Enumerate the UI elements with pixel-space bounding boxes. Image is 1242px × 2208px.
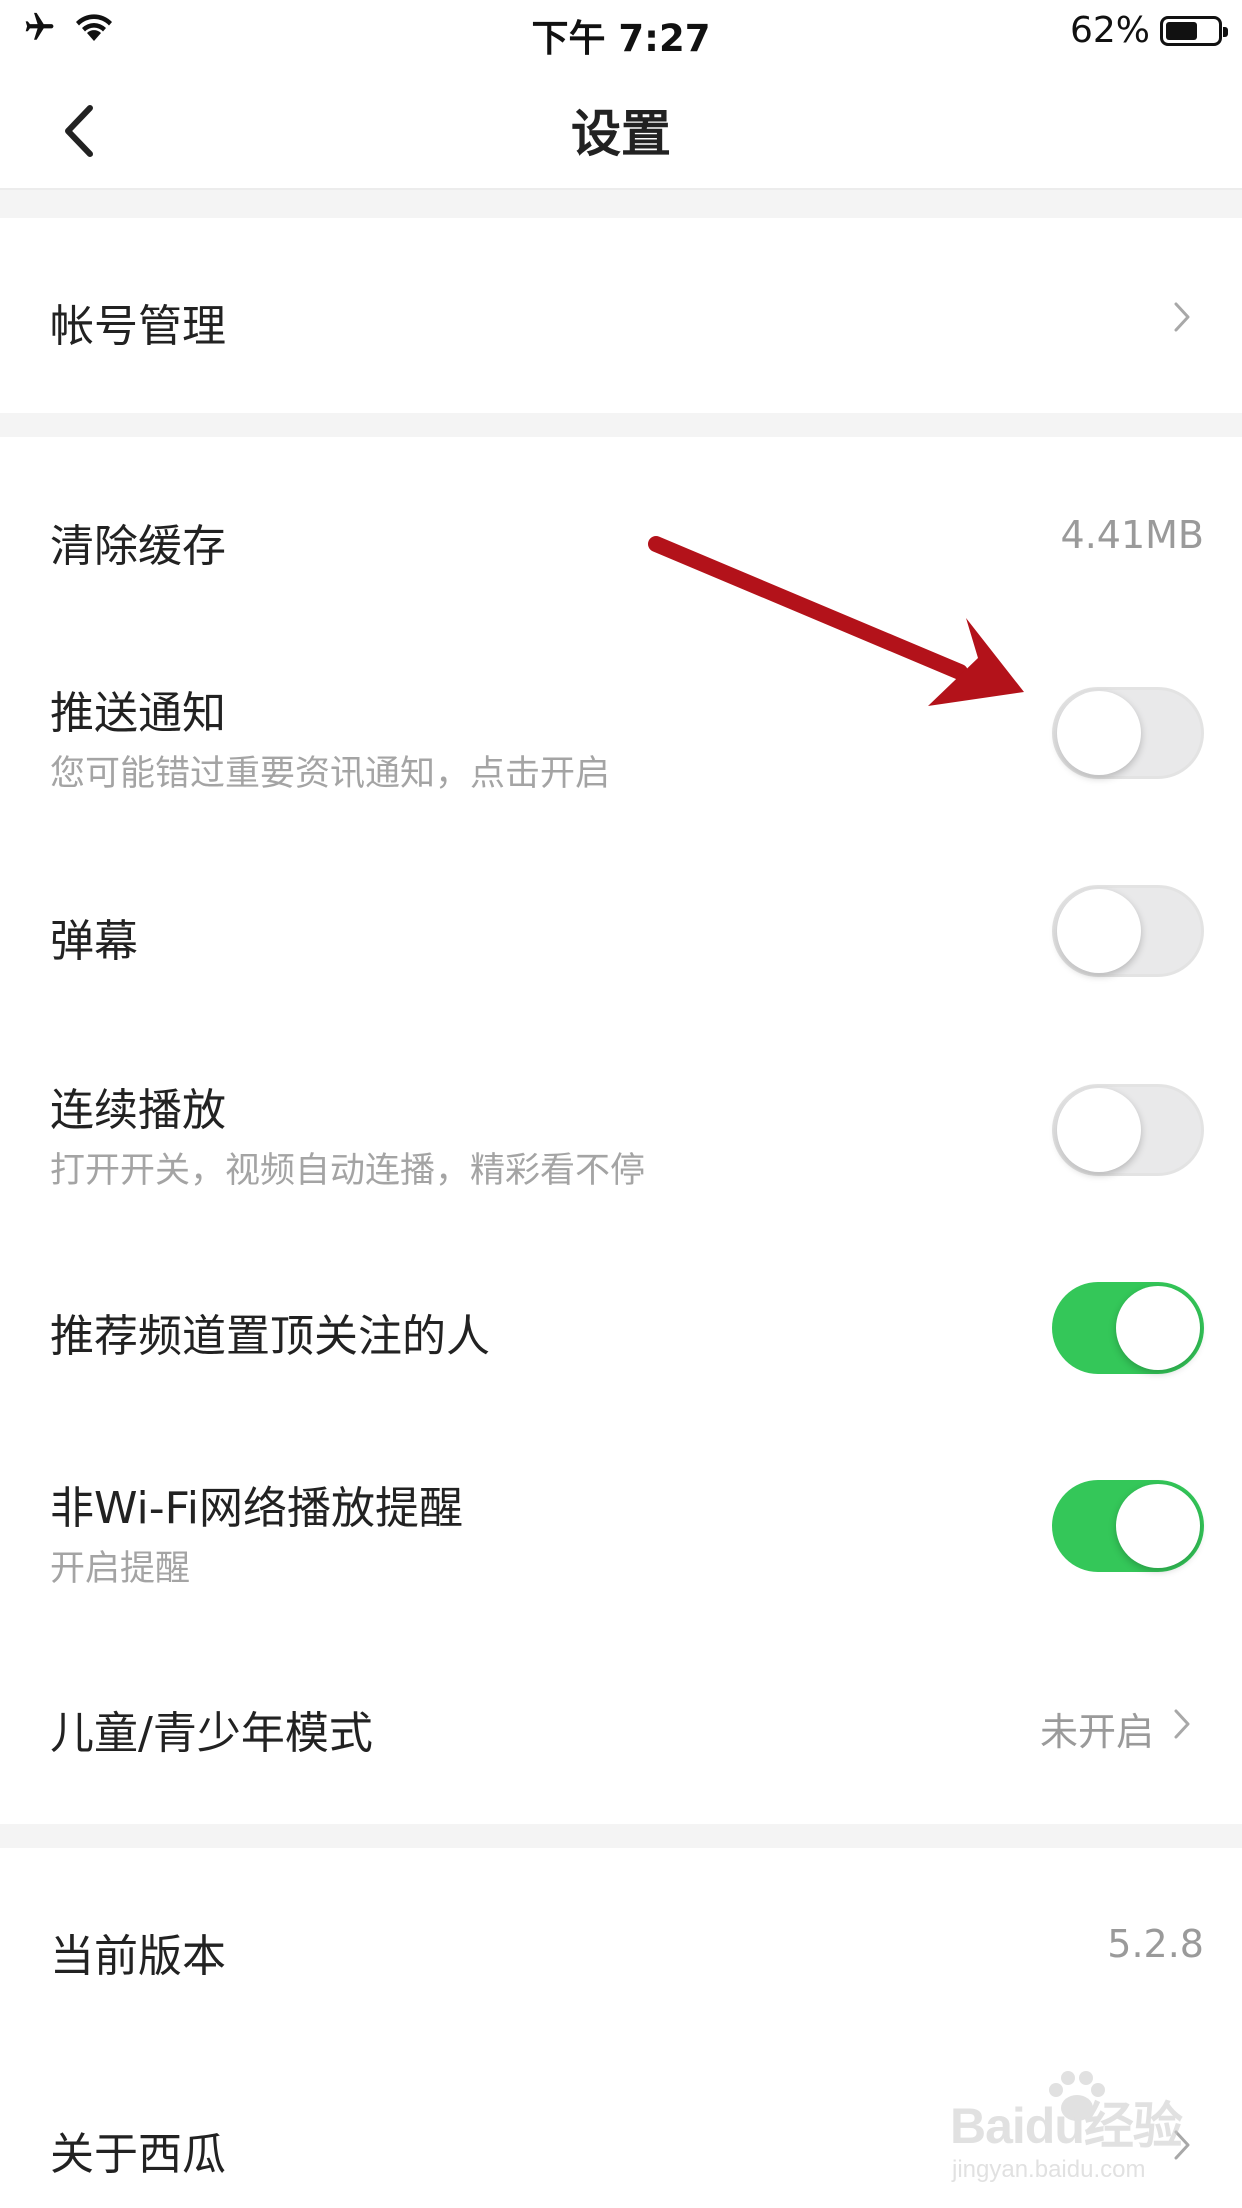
teen-mode-status: 未开启 bbox=[1039, 1710, 1154, 1754]
row-subtitle: 开启提醒 bbox=[50, 1549, 191, 1589]
toggle-knob bbox=[1116, 1286, 1200, 1370]
status-right: 62% bbox=[1069, 10, 1228, 51]
row-account-management[interactable]: 帐号管理 bbox=[0, 218, 1242, 413]
section-divider bbox=[0, 413, 1242, 437]
chevron-right-icon bbox=[1174, 1709, 1190, 1739]
row-current-version: 当前版本 5.2.8 bbox=[0, 1848, 1242, 2048]
annotation-arrow-icon bbox=[648, 536, 1024, 706]
row-title: 儿童/青少年模式 bbox=[50, 1708, 373, 1759]
row-subtitle: 您可能错过重要资讯通知，点击开启 bbox=[50, 754, 611, 794]
page-title: 设置 bbox=[571, 105, 671, 163]
row-autoplay: 连续播放 打开开关，视频自动连播，精彩看不停 bbox=[0, 1032, 1242, 1232]
battery-level bbox=[1166, 21, 1197, 40]
row-title: 推送通知 bbox=[50, 688, 226, 739]
battery-icon bbox=[1160, 15, 1228, 46]
row-danmaku: 弹幕 bbox=[0, 837, 1242, 1032]
status-bar: 下午 7:27 62% bbox=[0, 0, 1242, 62]
section-divider bbox=[0, 190, 1242, 218]
version-value: 5.2.8 bbox=[1107, 1922, 1204, 1966]
danmaku-toggle[interactable] bbox=[1052, 885, 1204, 977]
non-wifi-toggle[interactable] bbox=[1052, 1480, 1204, 1572]
pin-followed-toggle[interactable] bbox=[1052, 1282, 1204, 1374]
row-teen-mode[interactable]: 儿童/青少年模式 未开启 bbox=[0, 1627, 1242, 1824]
row-title: 非Wi-Fi网络播放提醒 bbox=[50, 1483, 463, 1534]
row-title: 当前版本 bbox=[50, 1931, 226, 1982]
watermark-logo: Baidu经验 jingyan.baidu.com bbox=[950, 2068, 1210, 2198]
cache-size-value: 4.41MB bbox=[1060, 513, 1204, 557]
toggle-knob bbox=[1057, 889, 1141, 973]
row-clear-cache[interactable]: 清除缓存 4.41MB bbox=[0, 437, 1242, 637]
row-pin-followed: 推荐频道置顶关注的人 bbox=[0, 1232, 1242, 1427]
nav-bar: 设置 bbox=[0, 62, 1242, 190]
toggle-knob bbox=[1116, 1484, 1200, 1568]
row-title: 连续播放 bbox=[50, 1085, 226, 1136]
row-non-wifi-reminder: 非Wi-Fi网络播放提醒 开启提醒 bbox=[0, 1427, 1242, 1627]
row-title: 清除缓存 bbox=[50, 521, 226, 572]
battery-percent: 62% bbox=[1069, 10, 1150, 51]
watermark-brand: Baidu经验 bbox=[950, 2098, 1183, 2154]
toggle-knob bbox=[1057, 691, 1141, 775]
chevron-right-icon bbox=[1174, 302, 1190, 332]
watermark-site: jingyan.baidu.com bbox=[952, 2156, 1146, 2183]
section-divider bbox=[0, 1824, 1242, 1848]
row-push-notification: 推送通知 您可能错过重要资讯通知，点击开启 bbox=[0, 637, 1242, 837]
row-title: 弹幕 bbox=[50, 916, 138, 967]
row-title: 帐号管理 bbox=[50, 301, 226, 352]
push-notification-toggle[interactable] bbox=[1052, 687, 1204, 779]
autoplay-toggle[interactable] bbox=[1052, 1084, 1204, 1176]
battery-nub bbox=[1223, 26, 1228, 37]
row-subtitle: 打开开关，视频自动连播，精彩看不停 bbox=[50, 1151, 646, 1191]
row-title: 推荐频道置顶关注的人 bbox=[50, 1311, 490, 1362]
row-title: 关于西瓜 bbox=[50, 2129, 226, 2180]
status-time: 下午 7:27 bbox=[531, 17, 711, 60]
toggle-knob bbox=[1057, 1088, 1141, 1172]
